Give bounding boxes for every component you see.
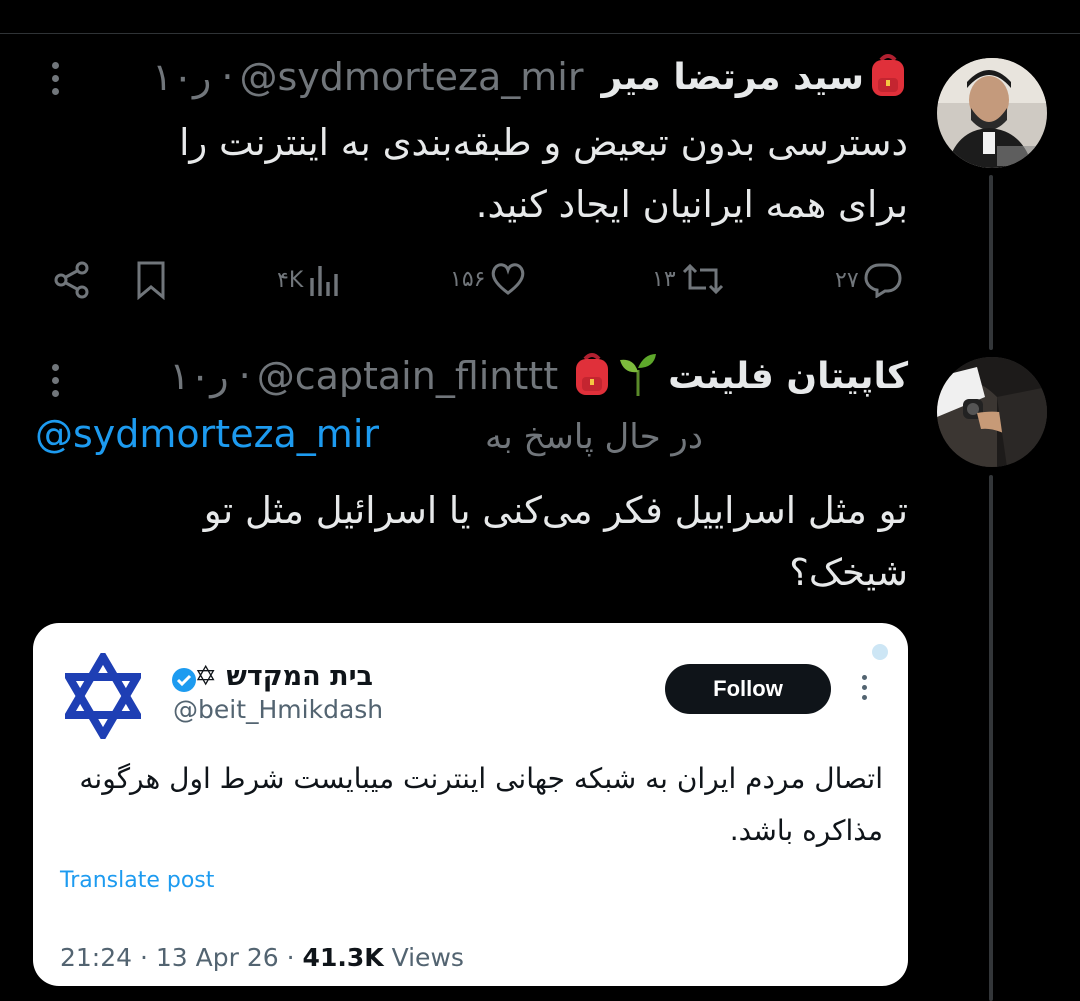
tweet-text-line: برای همه ایرانیان ایجاد کنید. [475,183,908,226]
share-button[interactable] [52,260,92,300]
retweet-button[interactable]: ۱۳ [652,262,726,296]
analytics-icon [310,266,338,296]
backpack-emoji-icon [868,52,908,102]
author-name[interactable]: سید مرتضا میر [601,57,864,98]
bookmark-button[interactable] [135,260,167,300]
reply-count: ۲۷ [835,267,859,293]
translate-post-link[interactable]: Translate post [60,868,214,893]
quoted-meta: 21:24 · 13 Apr 26 · 41.3K Views [60,943,464,972]
tweet-text: تو مثل اسراییل فکر می‌کنی یا اسرائیل مثل… [88,480,908,604]
quoted-author-handle: @beit_Hmikdash [173,695,384,724]
seedling-emoji-icon [618,352,658,400]
reply-button[interactable]: ۲۷ [835,262,903,298]
star-of-david-logo [65,653,141,739]
quoted-text-line: اتصال مردم ایران به شبکه جهانی اینترنت م… [79,762,883,795]
corner-mark-icon [872,644,888,660]
avatar[interactable] [937,357,1047,467]
quoted-tweet-image[interactable]: בית המקדש ✡ @beit_Hmikdash Follow اتصال … [33,623,908,986]
reply-icon [864,263,902,298]
tweet-header: ۱۰ر · @sydmorteza_mir سید مرتضا میر [152,52,908,102]
avatar[interactable] [937,58,1047,168]
follow-button[interactable]: Follow [665,664,831,714]
time-label[interactable]: ۱۰ر [169,354,228,398]
retweet-count: ۱۳ [652,266,676,292]
quoted-author-name: בית המקדש ✡ [194,661,373,692]
more-options-icon[interactable] [48,62,62,95]
author-handle[interactable]: @sydmorteza_mir [239,55,583,99]
quoted-views-label: Views [391,943,464,972]
quoted-date: 13 Apr 26 [155,943,279,972]
time-label[interactable]: ۱۰ر [152,55,211,99]
replying-to-label: در حال پاسخ به [484,417,703,457]
action-bar: ۴K ۱۵۶ ۱۳ ۲۷ [0,258,1080,302]
quoted-time: 21:24 [60,943,133,972]
share-icon [54,261,89,299]
like-button[interactable]: ۱۵۶ [450,262,527,296]
heart-icon [492,263,525,295]
bookmark-icon [137,261,165,300]
thread-connector-2 [989,475,993,1001]
retweet-icon [682,263,723,295]
author-handle[interactable]: @captain_flinttt [257,354,558,398]
backpack-emoji-icon [572,351,612,401]
author-name[interactable]: کاپیتان فلینت [668,356,908,397]
tweet-header: ۱۰ر · @captain_flinttt کاپیتان فلینت [169,351,908,401]
more-options-icon[interactable] [862,675,867,700]
quoted-views-count: 41.3K [302,943,384,972]
verified-badge-icon [172,668,196,692]
like-count: ۱۵۶ [450,266,486,292]
tweet-text-line: تو مثل اسراییل فکر می‌کنی یا اسرائیل مثل… [203,489,908,532]
quoted-text-line: مذاکره باشد. [729,814,883,847]
views-count: ۴K [277,267,304,293]
tweet-text-line: دسترسی بدون تبعیض و طبقه‌بندی به اینترنت… [179,121,908,164]
replying-to-handle[interactable]: @sydmorteza_mir [35,412,379,456]
tweet-text-line: شیخک؟ [789,551,908,594]
views-button[interactable]: ۴K [277,262,341,298]
tweet-text: دسترسی بدون تبعیض و طبقه‌بندی به اینترنت… [88,112,908,236]
more-options-icon[interactable] [48,364,62,397]
top-divider [0,33,1080,34]
quoted-tweet-text: اتصال مردم ایران به شبکه جهانی اینترنت م… [63,753,883,857]
